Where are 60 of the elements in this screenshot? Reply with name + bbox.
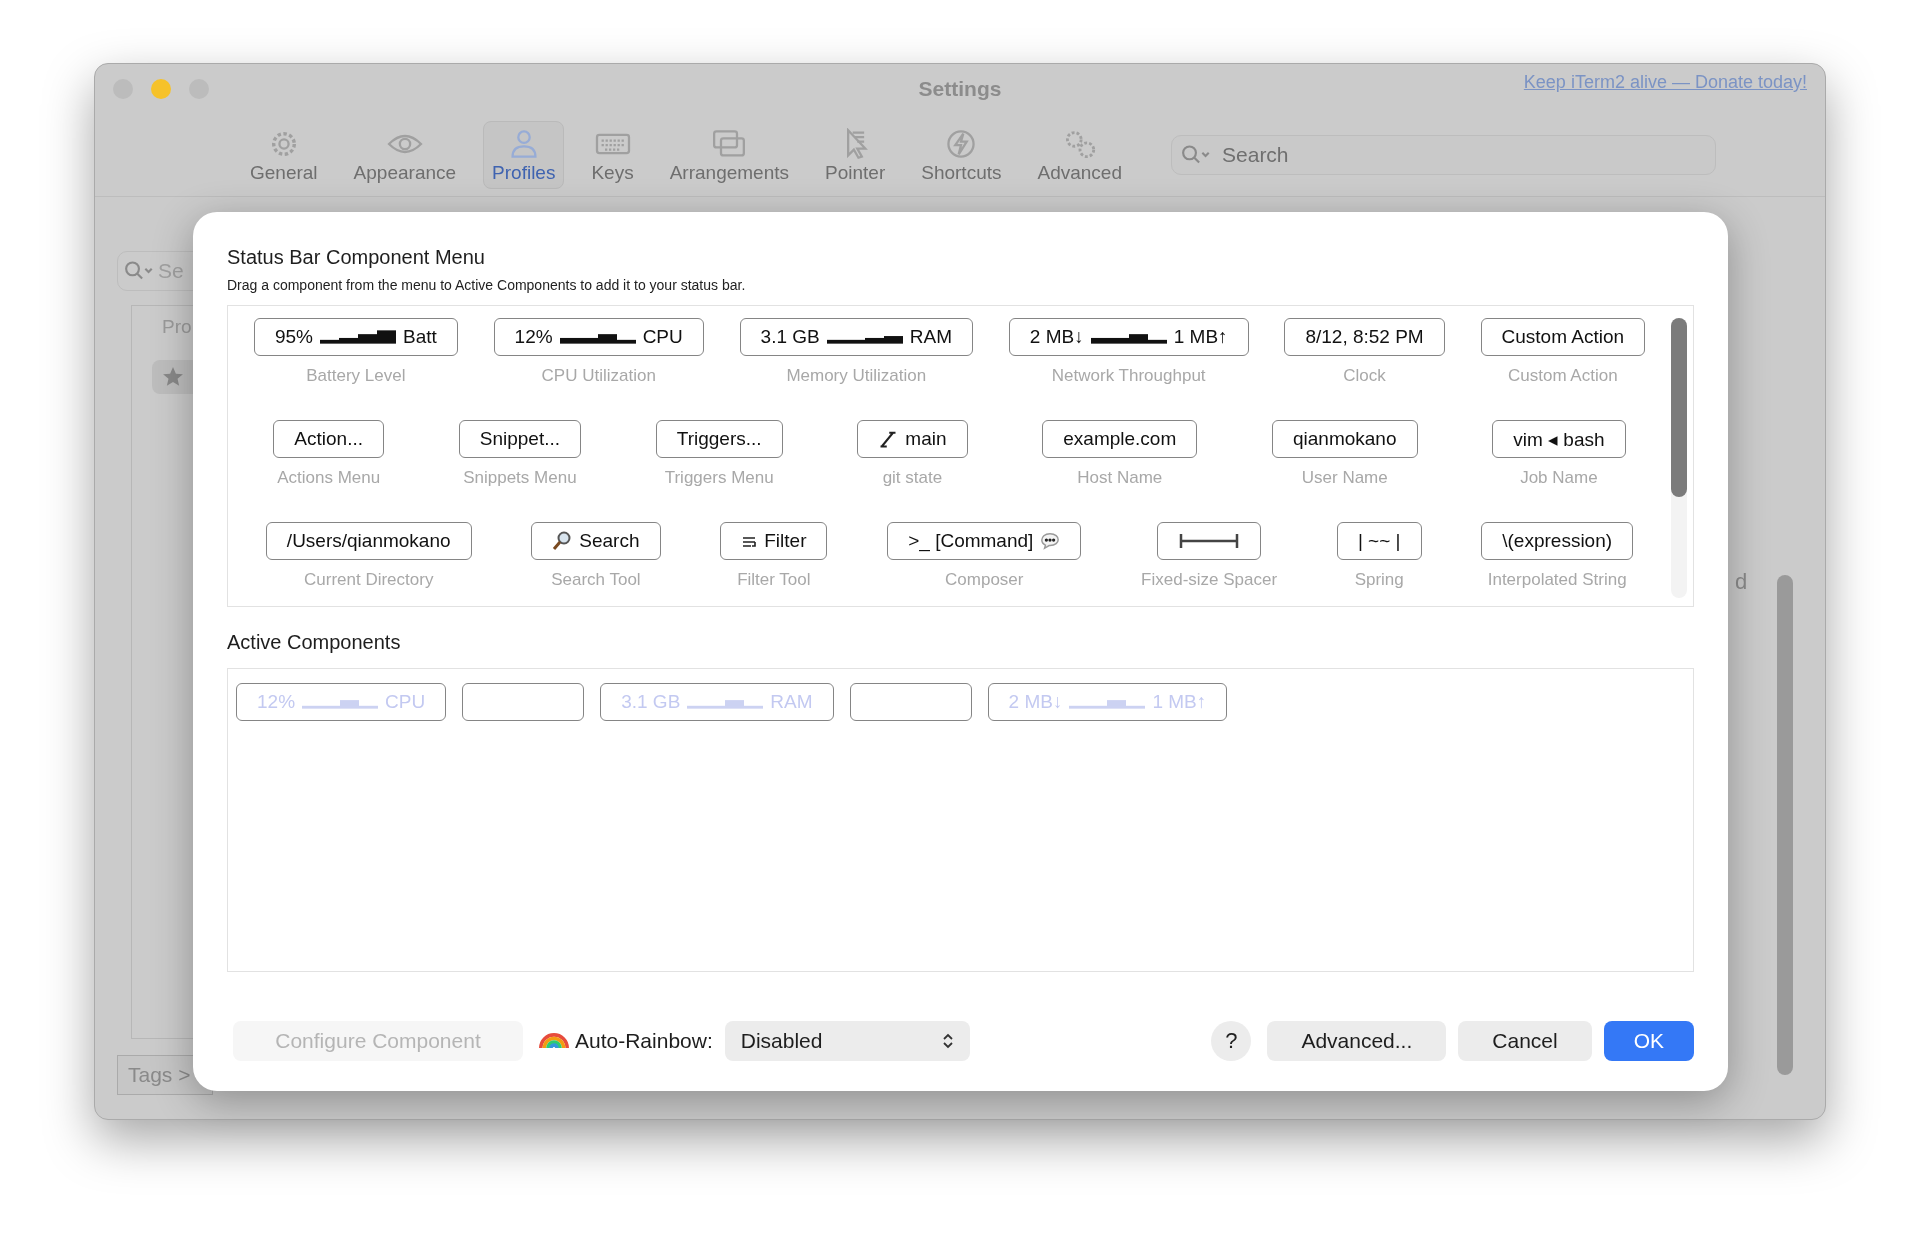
component-caption: Triggers Menu	[664, 468, 774, 488]
component-caption: Composer	[945, 570, 1024, 590]
component-caption: Battery Level	[306, 366, 406, 386]
dialog-button[interactable]: OK	[1603, 1021, 1694, 1061]
search-field[interactable]: Search	[1171, 135, 1716, 175]
component-chip[interactable]: Search	[531, 522, 661, 560]
component-chip[interactable]: | ~~ |	[1336, 522, 1422, 560]
component-chip[interactable]: /Users/qianmokano	[265, 522, 472, 560]
component-chip[interactable]: >_ [Command]	[887, 522, 1082, 560]
component-caption: User Name	[1301, 468, 1388, 488]
dialog-button[interactable]: Cancel	[1458, 1021, 1592, 1061]
help-button[interactable]: ?	[1211, 1021, 1252, 1061]
component-caption: Interpolated String	[1487, 570, 1627, 590]
scrollbar[interactable]	[1777, 575, 1794, 1075]
component-chip[interactable]: Snippet...	[458, 420, 582, 458]
component-caption: Job Name	[1520, 468, 1598, 488]
component-caption: Memory Utilization	[786, 366, 927, 386]
component-chip[interactable]: Custom Action	[1480, 318, 1646, 356]
spacer-icon	[1178, 532, 1241, 550]
component-chip[interactable]: qianmokano	[1272, 420, 1418, 458]
component-caption: Filter Tool	[737, 570, 811, 590]
component-caption: git state	[882, 468, 943, 488]
component-caption: Fixed-size Spacer	[1141, 570, 1278, 590]
component-chip[interactable]: Filter	[720, 522, 828, 560]
label: d	[1735, 569, 1748, 595]
component-caption: Snippets Menu	[463, 468, 577, 488]
component-chip[interactable]: main	[857, 420, 968, 458]
component-caption: CPU Utilization	[541, 366, 656, 386]
star-icon	[162, 366, 184, 388]
scrollbar[interactable]	[1671, 318, 1687, 598]
component-chip[interactable]: \(expression)	[1481, 522, 1634, 560]
auto-rainbow-label: Auto-Rainbow:	[575, 1029, 713, 1053]
component-caption: Search Tool	[551, 570, 641, 590]
component-chip[interactable]: Triggers...	[655, 420, 783, 458]
component-chip[interactable]: vim ◂ bash	[1492, 420, 1626, 458]
component-caption: Spring	[1354, 570, 1404, 590]
component-caption: Network Throughput	[1051, 366, 1206, 386]
component-caption: Current Directory	[304, 570, 434, 590]
component-chip[interactable]: 8/12, 8:52 PM	[1284, 318, 1445, 356]
component-caption: Actions Menu	[277, 468, 381, 488]
dialog-button[interactable]: Advanced...	[1267, 1021, 1447, 1061]
section-title: Active Components	[227, 631, 402, 654]
sparkline-icon	[319, 330, 396, 344]
component-caption: Clock	[1343, 366, 1386, 386]
component-chip[interactable]: 95% Batt	[253, 318, 458, 356]
component-chip[interactable]	[1157, 522, 1262, 560]
component-chip[interactable]: Action...	[273, 420, 384, 458]
speech-bubble-icon	[1040, 531, 1061, 551]
auto-rainbow-dropdown[interactable]: Disabled	[724, 1021, 970, 1061]
component-chip[interactable]: 12% CPU	[493, 318, 704, 356]
window-title: Settings	[917, 77, 1003, 101]
component-chip[interactable]: 2 MB↓ 1 MB↑	[1008, 318, 1249, 356]
component-chip[interactable]: example.com	[1042, 420, 1198, 458]
component-caption: Custom Action	[1508, 366, 1618, 386]
component-caption: Host Name	[1077, 468, 1163, 488]
component-chip[interactable]: 3.1 GB RAM	[739, 318, 973, 356]
magnifier-icon	[552, 531, 573, 551]
rainbow-icon	[539, 1032, 569, 1050]
chevron-icon	[941, 1032, 954, 1050]
branch-icon	[878, 429, 899, 449]
